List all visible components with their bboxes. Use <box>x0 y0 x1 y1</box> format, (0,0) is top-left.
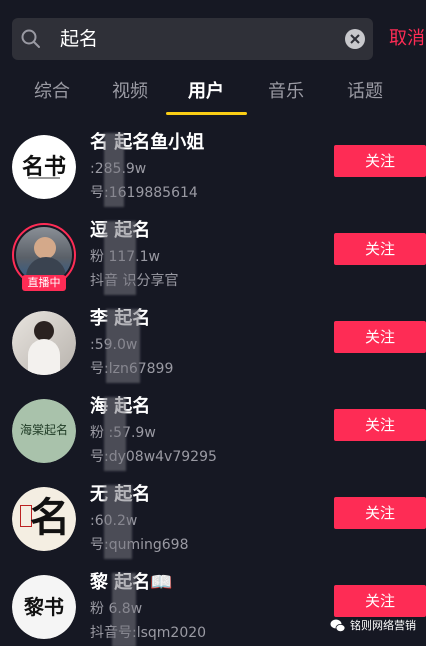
follow-button[interactable]: 关注 <box>334 497 426 529</box>
watermark-text: 铭则网络营销 <box>350 619 416 632</box>
avatar[interactable]: 黎书 <box>12 575 76 639</box>
blur-mask <box>104 397 126 471</box>
clear-icon[interactable] <box>345 29 365 49</box>
avatar[interactable]: 海棠起名 <box>12 399 76 463</box>
tab-topics[interactable]: 话题 <box>335 80 395 104</box>
user-row[interactable]: 名 无 起名 :60.2w 号:quming698 关注 <box>0 483 426 571</box>
avatar[interactable] <box>12 311 76 375</box>
cancel-button[interactable]: 取消 <box>389 26 425 52</box>
search-input[interactable]: 起名 <box>60 26 98 52</box>
follow-button[interactable]: 关注 <box>334 145 426 177</box>
user-row[interactable]: 直播中 逗 起名 粉 117.1w 抖音 识分享官 关注 <box>0 219 426 307</box>
blur-mask <box>104 221 136 295</box>
user-row[interactable]: 海棠起名 海 起名 粉 :57.9w 号:dy08w4v79295 关注 <box>0 395 426 483</box>
search-icon <box>20 28 42 50</box>
tab-comprehensive[interactable]: 综合 <box>22 80 82 104</box>
live-badge: 直播中 <box>22 275 66 291</box>
follow-button[interactable]: 关注 <box>334 585 426 617</box>
blur-mask <box>106 309 140 383</box>
avatar[interactable]: 名 <box>12 487 76 551</box>
wechat-icon <box>330 618 346 634</box>
tab-bar: 综合 视频 用户 音乐 话题 <box>0 72 426 116</box>
user-row[interactable]: 李 起名 :59.0w 号:lzn67899 关注 <box>0 307 426 395</box>
blur-mask <box>112 573 136 646</box>
avatar[interactable]: 名书 <box>12 135 76 199</box>
follow-button[interactable]: 关注 <box>334 233 426 265</box>
follow-button[interactable]: 关注 <box>334 321 426 353</box>
blur-mask <box>104 485 132 559</box>
user-row[interactable]: 名书 名 起名鱼小姐 :285.9w 号:1619885614 关注 <box>0 131 426 219</box>
tab-indicator <box>166 112 247 115</box>
search-bar[interactable]: 起名 <box>12 18 373 60</box>
avatar-logo-text: 黎书 <box>24 595 64 619</box>
avatar-logo-text: 海棠起名 <box>19 423 68 437</box>
avatar-logo-text: 名 <box>30 494 70 541</box>
user-id: 抖音号:lsqm2020 <box>90 625 207 641</box>
follow-button[interactable]: 关注 <box>334 409 426 441</box>
watermark: 铭则网络营销 <box>330 616 416 636</box>
blur-mask <box>104 133 124 207</box>
tab-videos[interactable]: 视频 <box>100 80 160 104</box>
tab-users[interactable]: 用户 <box>176 80 236 104</box>
tab-music[interactable]: 音乐 <box>256 80 316 104</box>
